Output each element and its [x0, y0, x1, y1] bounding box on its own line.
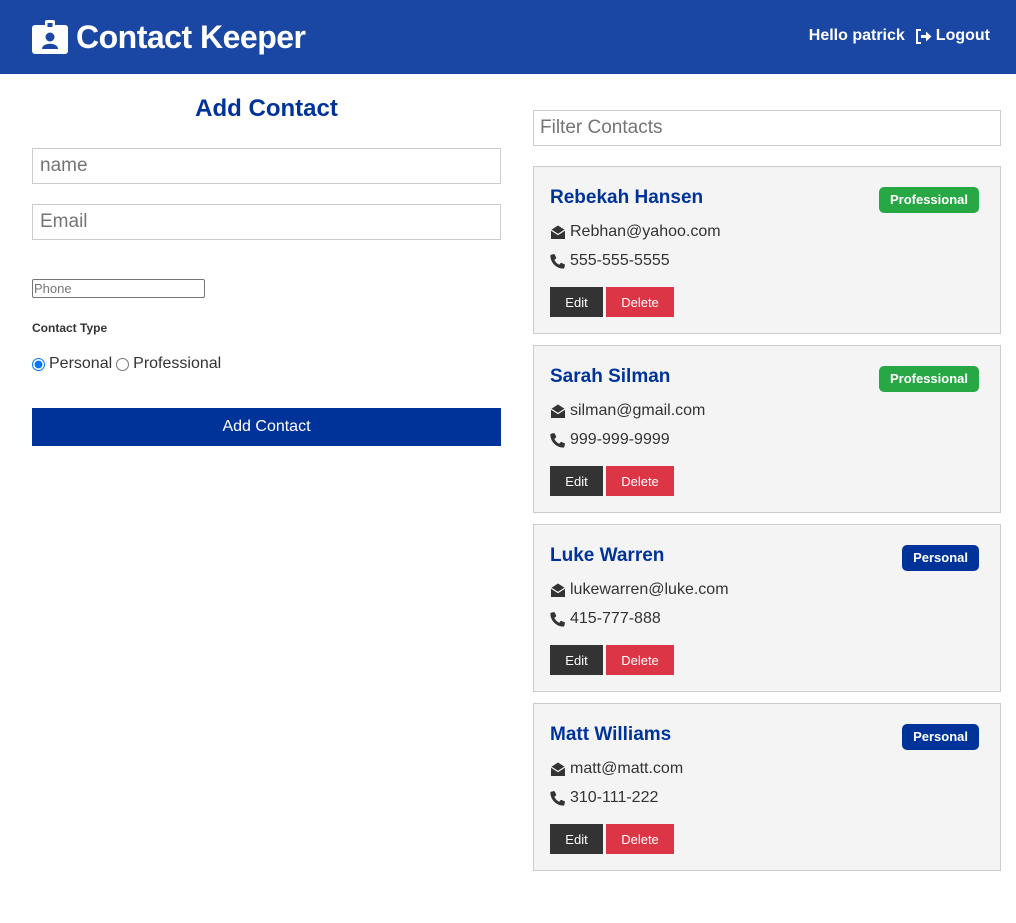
- contact-email: matt@matt.com: [550, 760, 683, 778]
- delete-button[interactable]: Delete: [606, 287, 674, 317]
- professional-radio-label[interactable]: Professional: [133, 355, 221, 373]
- professional-radio[interactable]: [116, 357, 130, 371]
- contact-phone: 555-555-5555: [550, 252, 670, 270]
- edit-button[interactable]: Edit: [550, 287, 603, 317]
- contact-phone: 415-777-888: [550, 610, 661, 628]
- envelope-open-icon: [550, 762, 566, 776]
- contact-phone-text: 999-999-9999: [570, 431, 670, 448]
- contact-phone-text: 415-777-888: [570, 610, 661, 627]
- contact-email: silman@gmail.com: [550, 402, 705, 420]
- edit-button[interactable]: Edit: [550, 824, 603, 854]
- personal-radio[interactable]: [32, 357, 45, 371]
- delete-button[interactable]: Delete: [606, 645, 674, 675]
- contact-email: Rebhan@yahoo.com: [550, 223, 721, 241]
- contact-phone-text: 555-555-5555: [570, 252, 670, 269]
- personal-radio-label[interactable]: Personal: [49, 355, 112, 373]
- contact-email-text: Rebhan@yahoo.com: [570, 223, 721, 240]
- contact-card: Sarah Silman Professional silman@gmail.c…: [533, 345, 1001, 513]
- delete-button[interactable]: Delete: [606, 824, 674, 854]
- phone-input[interactable]: [32, 279, 205, 298]
- logout-label: Logout: [935, 27, 990, 44]
- contact-type-badge: Personal: [902, 545, 979, 571]
- edit-button[interactable]: Edit: [550, 466, 603, 496]
- phone-icon: [550, 612, 565, 627]
- contact-phone-text: 310-111-222: [570, 789, 659, 806]
- edit-button[interactable]: Edit: [550, 645, 603, 675]
- contact-email-text: matt@matt.com: [570, 760, 684, 777]
- contact-type-label: Contact Type: [32, 321, 108, 335]
- phone-icon: [550, 433, 565, 448]
- delete-button[interactable]: Delete: [606, 466, 674, 496]
- id-badge-icon: [32, 20, 68, 54]
- sign-out-icon: [915, 28, 932, 44]
- contact-phone: 310-111-222: [550, 789, 658, 807]
- form-title: Add Contact: [195, 95, 338, 122]
- contact-card: Matt Williams Personal matt@matt.com 310…: [533, 703, 1001, 871]
- contact-name: Rebekah Hansen: [550, 187, 704, 208]
- logout-link[interactable]: Logout: [915, 27, 990, 45]
- contact-type-badge: Professional: [878, 187, 979, 213]
- user-greeting: Hello patrick: [808, 27, 905, 44]
- phone-icon: [550, 791, 565, 806]
- contact-email: lukewarren@luke.com: [550, 581, 729, 599]
- contact-name: Matt Williams: [550, 724, 672, 745]
- contact-actions: Edit Delete: [550, 287, 674, 317]
- contact-name: Sarah Silman: [550, 366, 671, 387]
- filter-input[interactable]: [533, 110, 1001, 146]
- contact-actions: Edit Delete: [550, 466, 674, 496]
- phone-icon: [550, 254, 565, 269]
- email-input[interactable]: [32, 204, 501, 240]
- contact-email-text: lukewarren@luke.com: [570, 581, 729, 598]
- envelope-open-icon: [550, 225, 566, 239]
- contact-phone: 999-999-9999: [550, 431, 670, 449]
- user-menu: Hello patrick Logout: [809, 27, 990, 45]
- envelope-open-icon: [550, 404, 566, 418]
- contact-type-badge: Professional: [878, 366, 979, 392]
- add-contact-button[interactable]: Add Contact: [32, 408, 501, 446]
- contact-type-badge: Personal: [902, 724, 979, 750]
- app-title: Contact Keeper: [76, 19, 306, 55]
- contact-name: Luke Warren: [550, 545, 665, 566]
- brand: Contact Keeper: [32, 18, 306, 56]
- contact-card: Rebekah Hansen Professional Rebhan@yahoo…: [533, 166, 1001, 334]
- contact-type-options: Personal Professional: [32, 355, 225, 373]
- name-input[interactable]: [32, 148, 501, 184]
- contact-actions: Edit Delete: [550, 645, 674, 675]
- envelope-open-icon: [550, 583, 566, 597]
- contact-card: Luke Warren Personal lukewarren@luke.com…: [533, 524, 1001, 692]
- contact-email-text: silman@gmail.com: [570, 402, 706, 419]
- contact-list: Rebekah Hansen Professional Rebhan@yahoo…: [533, 166, 1001, 882]
- contact-actions: Edit Delete: [550, 824, 674, 854]
- navbar: Contact Keeper Hello patrick Logout: [0, 0, 1016, 74]
